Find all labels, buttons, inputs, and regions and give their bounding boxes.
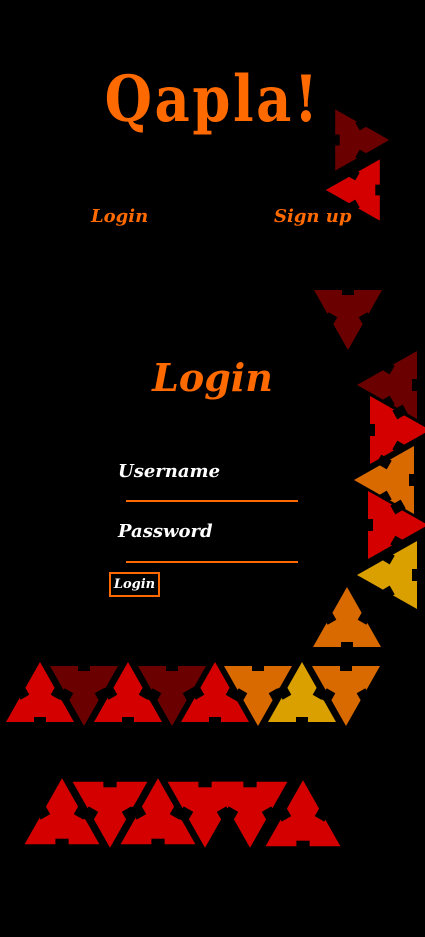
password-input[interactable] [126,537,298,563]
decor-triangle-tile [212,776,288,848]
app-logo: Qapla! [104,62,321,137]
decor-triangle-tile [268,662,336,727]
decor-triangle-tile [363,491,425,559]
decor-triangle-tile [265,780,341,852]
decor-triangle-tile [224,661,292,726]
decor-triangle-tile [314,285,382,350]
decor-triangle-tile [312,661,380,726]
login-submit-button[interactable]: Login [109,572,160,597]
decor-triangle-tile [313,587,381,652]
decor-triangle-tile [120,778,196,850]
decor-triangle-tile [24,778,100,850]
decor-triangle-tile [354,446,419,514]
decor-triangle-tile [167,776,243,848]
nav-signup-link[interactable]: Sign up [274,206,351,227]
decor-triangle-tile [365,396,425,464]
username-input[interactable] [126,476,298,502]
decor-triangle-tile [181,662,249,727]
nav-login-link[interactable]: Login [91,206,148,227]
decor-triangle-tile [94,662,162,727]
login-form-title: Login [152,355,273,400]
decor-triangle-tile [357,541,422,609]
decor-triangle-tile [6,662,74,727]
decor-triangle-tile [50,661,118,726]
decor-triangle-tile [138,661,206,726]
decor-triangle-tile [72,776,148,848]
